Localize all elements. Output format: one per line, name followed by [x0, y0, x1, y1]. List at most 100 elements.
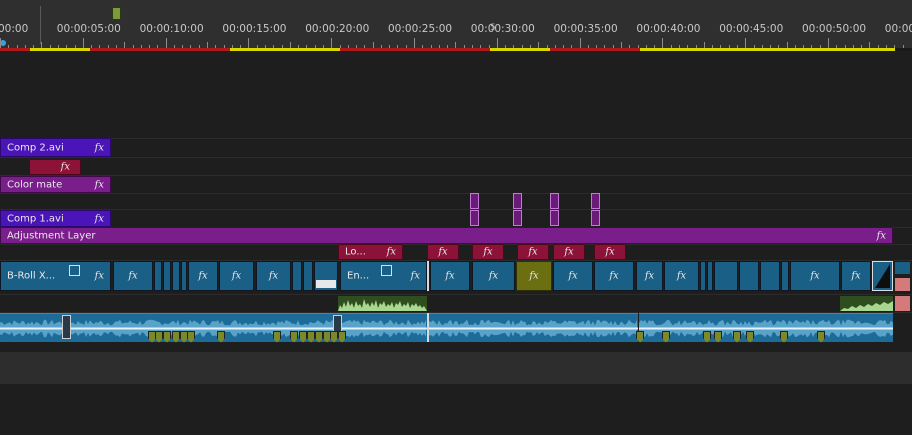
- video-clip[interactable]: [714, 261, 738, 291]
- fx-icon[interactable]: fx: [554, 271, 592, 282]
- fx-icon[interactable]: fx: [595, 247, 625, 258]
- video-clip[interactable]: [739, 261, 759, 291]
- video-clip[interactable]: fx: [219, 261, 254, 291]
- clip-broll[interactable]: B-Roll X... fx: [0, 261, 111, 291]
- fx-icon[interactable]: fx: [189, 271, 217, 282]
- mini-clip[interactable]: [550, 193, 559, 209]
- video-clip[interactable]: fx: [790, 261, 840, 291]
- video-clip[interactable]: [163, 261, 171, 291]
- video-clip[interactable]: fx: [472, 261, 515, 291]
- fx-icon[interactable]: fx: [114, 271, 152, 282]
- mini-clip[interactable]: [591, 193, 600, 209]
- ruler-time-label: 00:00:35:00: [553, 23, 618, 35]
- clip-adjustment-layer[interactable]: Adjustment Layer fx: [0, 227, 893, 244]
- mini-clip[interactable]: [591, 210, 600, 226]
- fx-icon[interactable]: fx: [473, 247, 503, 258]
- video-clip[interactable]: fx: [188, 261, 218, 291]
- video-clip[interactable]: [303, 261, 313, 291]
- fx-icon[interactable]: fx: [842, 271, 870, 282]
- fx-icon[interactable]: fx: [95, 179, 104, 190]
- effect-clip[interactable]: fx: [29, 159, 81, 175]
- video-clip[interactable]: fx: [430, 261, 470, 291]
- empty-track-area[interactable]: [0, 352, 912, 384]
- fx-icon[interactable]: fx: [61, 162, 70, 173]
- clip-comp2[interactable]: Comp 2.avi fx: [0, 138, 111, 157]
- ruler-tick: [414, 38, 415, 48]
- fx-icon[interactable]: fx: [428, 247, 458, 258]
- track-divider: [0, 138, 912, 139]
- range-yellow-segment: [30, 48, 90, 51]
- transition-handle[interactable]: [62, 315, 71, 339]
- video-clip[interactable]: fx: [553, 261, 593, 291]
- fx-icon[interactable]: fx: [95, 213, 104, 224]
- video-clip-transition[interactable]: [872, 261, 893, 291]
- effect-clip-lo[interactable]: Lo... fx: [338, 244, 403, 260]
- fx-icon[interactable]: fx: [595, 271, 633, 282]
- track-end-marker: [895, 296, 910, 311]
- mini-clip[interactable]: [470, 210, 479, 226]
- fx-icon[interactable]: fx: [637, 271, 662, 282]
- ruler-time-label: 00:00:40:00: [636, 23, 701, 35]
- fx-icon[interactable]: fx: [518, 247, 548, 258]
- audio-clip-green[interactable]: [840, 296, 893, 311]
- mini-clip[interactable]: [513, 210, 522, 226]
- effect-clip[interactable]: fx: [472, 244, 504, 260]
- track-divider: [0, 157, 912, 158]
- video-clip[interactable]: [700, 261, 706, 291]
- audio-clip-green[interactable]: [338, 296, 427, 311]
- effect-clip[interactable]: fx: [594, 244, 626, 260]
- ruler-time-label: 00:00: [0, 23, 29, 35]
- selected-video-clip[interactable]: fx: [516, 261, 552, 291]
- video-clip[interactable]: [172, 261, 180, 291]
- ruler-time-label: 00:00:10:00: [139, 23, 204, 35]
- mini-clip[interactable]: [513, 193, 522, 209]
- video-clip[interactable]: fx: [841, 261, 871, 291]
- clip-label: Comp 1.avi: [7, 213, 64, 224]
- clip-comp1[interactable]: Comp 1.avi fx: [0, 210, 111, 227]
- ruler-tick: [579, 38, 581, 48]
- fx-icon[interactable]: fx: [877, 230, 886, 241]
- fx-icon[interactable]: fx: [431, 271, 469, 282]
- video-clip[interactable]: fx: [594, 261, 634, 291]
- video-clip[interactable]: [314, 261, 338, 291]
- clip-en[interactable]: En... fx: [340, 261, 427, 291]
- ruler-time-label: 00:00:5: [884, 23, 912, 35]
- marker-flag-icon[interactable]: [112, 7, 121, 20]
- fx-icon[interactable]: fx: [95, 271, 104, 282]
- video-clip[interactable]: fx: [113, 261, 153, 291]
- effect-clip[interactable]: fx: [517, 244, 549, 260]
- ruler-tick: [82, 38, 84, 48]
- effect-clip[interactable]: fx: [427, 244, 459, 260]
- fx-icon[interactable]: fx: [473, 271, 514, 282]
- fx-icon[interactable]: fx: [257, 271, 290, 282]
- timeline-ruler[interactable]: 5 00:00 00:00:05:00 00:00:10:00 00:00:15:00…: [0, 0, 912, 48]
- video-clip[interactable]: [292, 261, 302, 291]
- fx-icon[interactable]: fx: [517, 271, 551, 282]
- fx-icon[interactable]: fx: [220, 271, 253, 282]
- mini-clip[interactable]: [550, 210, 559, 226]
- mini-clip[interactable]: [470, 193, 479, 209]
- video-clip[interactable]: [760, 261, 780, 291]
- video-clip[interactable]: [181, 261, 187, 291]
- video-clip[interactable]: fx: [664, 261, 699, 291]
- audio-clip[interactable]: [429, 313, 638, 342]
- clip-label: Lo...: [345, 246, 366, 258]
- fx-icon[interactable]: fx: [95, 142, 104, 153]
- fx-icon[interactable]: fx: [411, 271, 420, 282]
- fx-icon[interactable]: fx: [554, 247, 584, 258]
- fx-icon[interactable]: fx: [387, 247, 396, 258]
- fx-icon[interactable]: fx: [665, 271, 698, 282]
- video-clip[interactable]: [781, 261, 789, 291]
- ruler-tick: [0, 38, 1, 48]
- fx-icon[interactable]: fx: [791, 271, 839, 282]
- range-red-segment: [0, 48, 30, 51]
- video-clip[interactable]: [707, 261, 713, 291]
- video-clip[interactable]: [154, 261, 162, 291]
- clip-color-mate[interactable]: Color mate fx: [0, 176, 111, 193]
- audio-clip[interactable]: [639, 313, 893, 342]
- edit-point[interactable]: [427, 261, 429, 291]
- video-clip[interactable]: fx: [636, 261, 663, 291]
- green-waveform: [338, 299, 427, 311]
- video-clip[interactable]: fx: [256, 261, 291, 291]
- effect-clip[interactable]: fx: [553, 244, 585, 260]
